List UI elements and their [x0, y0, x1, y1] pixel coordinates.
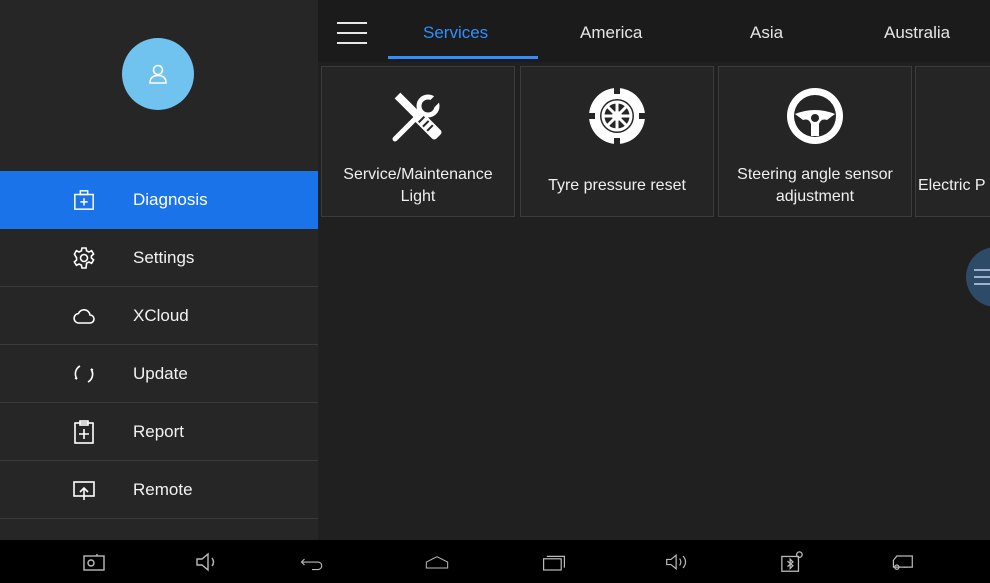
tyre-icon [582, 81, 652, 151]
active-tab-indicator [388, 56, 538, 59]
sidebar-item-label: Settings [133, 247, 195, 267]
service-card-electric-partial[interactable]: Electric P [915, 66, 990, 217]
services-grid: Service/Maintenance Light Tyre pressure … [318, 62, 990, 540]
service-card-tyre-pressure[interactable]: Tyre pressure reset [520, 66, 714, 217]
sidebar-item-update[interactable]: Update [0, 345, 318, 403]
refresh-icon [72, 362, 96, 386]
sidebar-item-xcloud[interactable]: XCloud [0, 287, 318, 345]
service-card-label: Electric P [918, 177, 986, 194]
partial-service-icon [983, 81, 990, 151]
tab-asia[interactable]: Asia [750, 23, 783, 43]
gear-icon [72, 246, 96, 270]
service-card-steering-angle[interactable]: Steering angle sensor adjustment [718, 66, 912, 217]
screenshot-icon[interactable] [82, 550, 106, 574]
floating-menu-button[interactable] [966, 247, 990, 307]
tab-australia[interactable]: Australia [884, 23, 950, 43]
sidebar-item-diagnosis[interactable]: Diagnosis [0, 171, 318, 229]
sidebar-item-label: Update [133, 363, 188, 383]
sidebar-item-label: Report [133, 421, 185, 441]
service-card-maintenance-light[interactable]: Service/Maintenance Light [321, 66, 515, 217]
sidebar-item-remote[interactable]: Remote [0, 461, 318, 519]
clipboard-plus-icon [72, 419, 96, 444]
system-nav-bar [0, 540, 990, 583]
service-card-label: Service/Maintenance Light [343, 166, 493, 205]
tab-services[interactable]: Services [423, 23, 488, 43]
user-icon [149, 64, 167, 84]
briefcase-plus-icon [72, 188, 96, 212]
bluetooth-device-icon[interactable] [780, 550, 804, 574]
back-icon[interactable] [300, 550, 324, 574]
screen-share-icon [72, 478, 96, 502]
service-card-label: Steering angle sensor adjustment [737, 166, 893, 205]
sidebar-item-label: XCloud [133, 305, 189, 325]
sidebar-item-label: Diagnosis [133, 189, 208, 209]
user-avatar[interactable] [122, 38, 194, 110]
sidebar-menu: Diagnosis Settings XCloud Update Report [0, 171, 318, 519]
sidebar: Diagnosis Settings XCloud Update Report [0, 0, 318, 540]
wrench-screwdriver-icon [383, 81, 453, 151]
hamburger-menu-icon[interactable] [337, 22, 367, 44]
steering-wheel-icon [780, 81, 850, 151]
sidebar-item-report[interactable]: Report [0, 403, 318, 461]
tab-bar: Services America Asia Australia [318, 0, 990, 62]
cloud-icon [72, 304, 96, 328]
service-card-label: Tyre pressure reset [548, 177, 686, 194]
home-icon[interactable] [425, 550, 449, 574]
volume-up-icon[interactable] [665, 550, 689, 574]
volume-down-icon[interactable] [195, 550, 219, 574]
sidebar-item-settings[interactable]: Settings [0, 229, 318, 287]
tab-america[interactable]: America [580, 23, 642, 43]
vehicle-connector-icon[interactable] [890, 550, 914, 574]
sidebar-item-label: Remote [133, 479, 193, 499]
recent-apps-icon[interactable] [542, 550, 566, 574]
